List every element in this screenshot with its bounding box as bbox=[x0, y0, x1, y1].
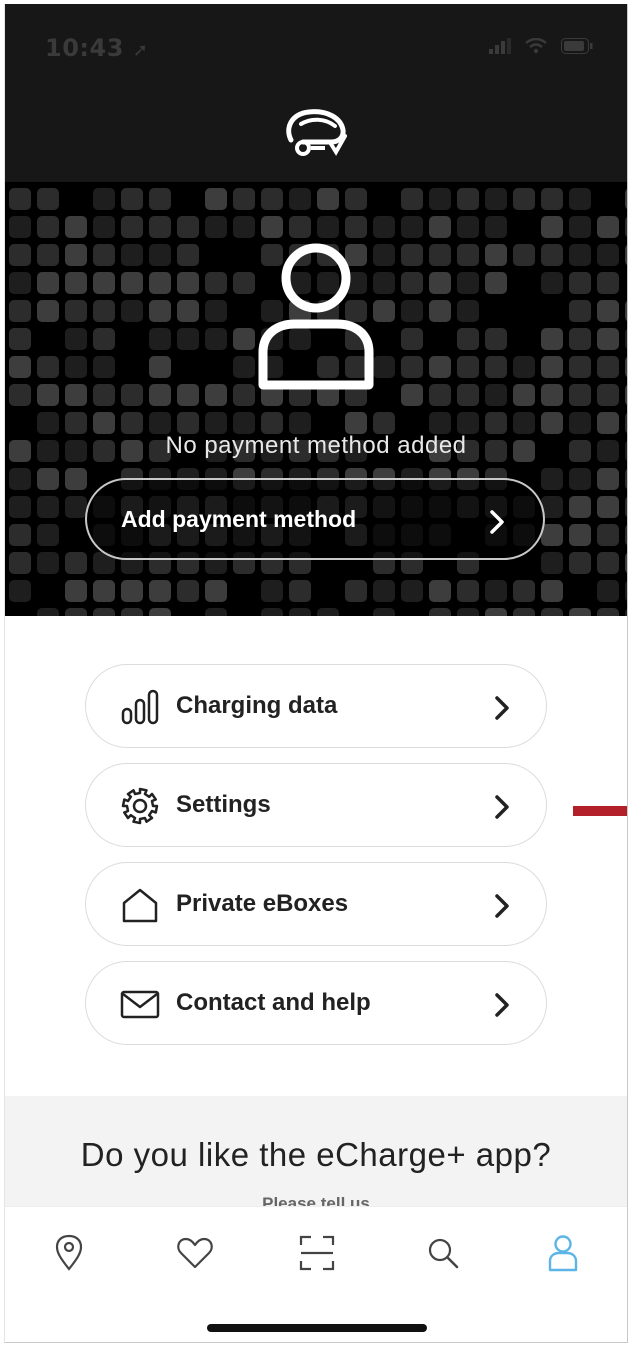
profile-hero: No payment method added Add payment meth… bbox=[5, 182, 627, 616]
settings-label: Settings bbox=[176, 791, 271, 818]
chevron-right-icon bbox=[495, 795, 509, 819]
map-pin-icon[interactable] bbox=[49, 1233, 89, 1273]
feedback-question: Do you like the eCharge+ app? bbox=[80, 1136, 552, 1173]
chevron-right-icon bbox=[495, 894, 509, 918]
status-bar: 10:43 ➚ bbox=[5, 4, 627, 90]
add-payment-label: Add payment method bbox=[121, 506, 357, 532]
echarge-car-plug-logo bbox=[286, 109, 347, 156]
status-icons bbox=[489, 38, 593, 54]
private-eboxes-label: Private eBoxes bbox=[176, 890, 349, 917]
charging-data-label: Charging data bbox=[176, 692, 338, 719]
battery-icon bbox=[561, 38, 593, 54]
payment-status-text: No payment method added bbox=[165, 432, 467, 459]
house-icon bbox=[122, 888, 158, 923]
envelope-icon bbox=[120, 990, 160, 1019]
home-indicator bbox=[207, 1324, 427, 1332]
profile-icon[interactable] bbox=[543, 1233, 583, 1273]
contact-and-help-button[interactable]: Contact and help bbox=[85, 961, 547, 1045]
chevron-right-icon bbox=[490, 510, 504, 534]
charging-data-button[interactable]: Charging data bbox=[85, 664, 547, 748]
chevron-right-icon bbox=[495, 696, 509, 720]
tab-bar bbox=[5, 1206, 627, 1342]
status-time: 10:43 ➚ bbox=[45, 34, 149, 62]
location-arrow-icon: ➚ bbox=[132, 40, 149, 61]
bar-chart-icon bbox=[121, 689, 159, 725]
chevron-right-icon bbox=[495, 993, 509, 1017]
scan-icon[interactable] bbox=[297, 1233, 337, 1273]
heart-icon[interactable] bbox=[175, 1233, 215, 1273]
contact-and-help-label: Contact and help bbox=[176, 989, 371, 1016]
feedback-section: Do you like the eCharge+ app? Please tel… bbox=[5, 1096, 627, 1216]
app-header bbox=[5, 90, 627, 182]
user-icon bbox=[258, 243, 374, 390]
signal-icon bbox=[489, 38, 511, 54]
settings-button[interactable]: Settings bbox=[85, 763, 547, 847]
wifi-icon bbox=[525, 38, 547, 54]
phone-screen: 10:43 ➚ No payment method added Add paym… bbox=[4, 4, 628, 1343]
search-icon[interactable] bbox=[423, 1233, 463, 1273]
add-payment-method-button[interactable]: Add payment method bbox=[85, 478, 545, 560]
gear-icon bbox=[121, 787, 159, 825]
annotation-arrow bbox=[573, 806, 627, 816]
private-eboxes-button[interactable]: Private eBoxes bbox=[85, 862, 547, 946]
